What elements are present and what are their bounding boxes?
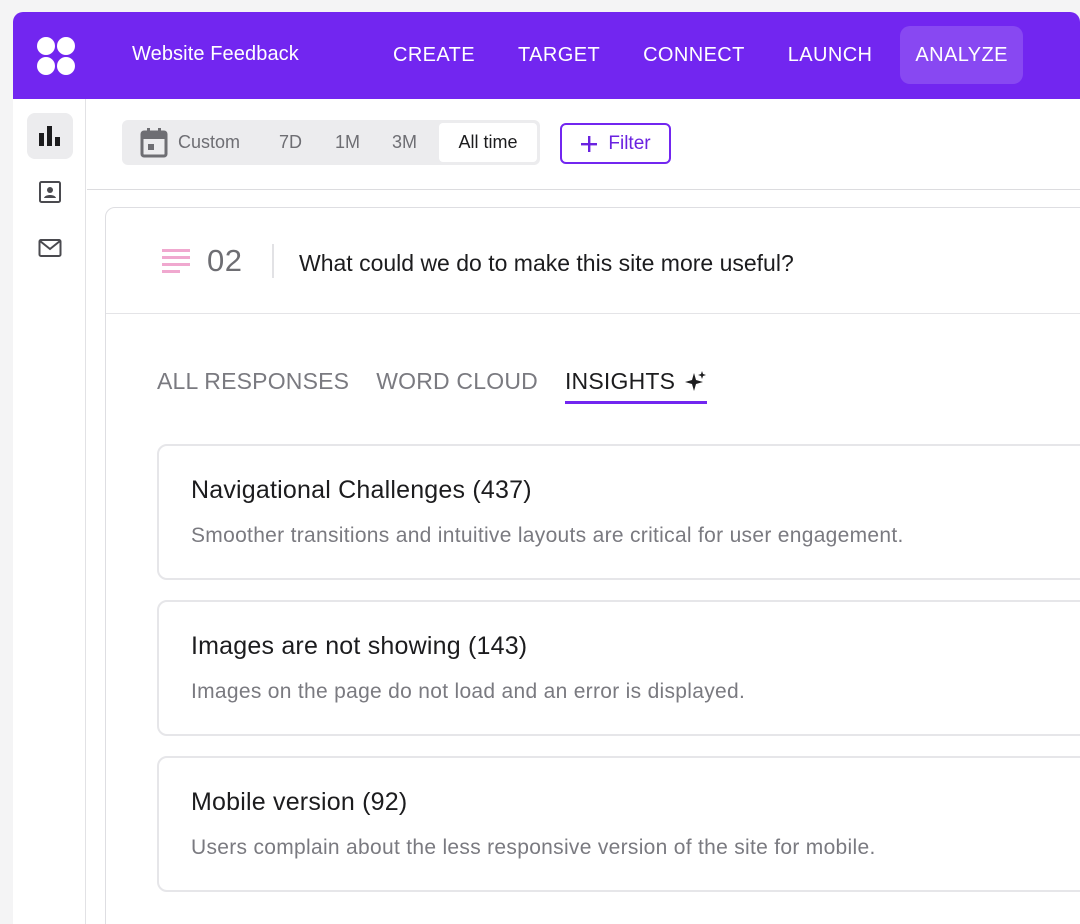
insight-title: Navigational Challenges (437) xyxy=(191,476,532,504)
insight-title: Mobile version (92) xyxy=(191,788,408,816)
top-navbar: Website Feedback CREATE TARGET CONNECT L… xyxy=(13,12,1080,99)
insight-description: Users complain about the less responsive… xyxy=(191,836,876,859)
app-window: Website Feedback CREATE TARGET CONNECT L… xyxy=(13,12,1080,924)
question-text: What could we do to make this site more … xyxy=(299,250,794,276)
range-custom-option[interactable]: Custom xyxy=(122,127,262,158)
header-divider xyxy=(272,244,274,278)
project-title[interactable]: Website Feedback xyxy=(132,43,299,66)
result-tabs: ALL RESPONSES WORD CLOUD INSIGHTS xyxy=(157,368,734,404)
calendar-icon xyxy=(140,127,168,157)
mail-icon xyxy=(38,239,62,257)
tab-all-responses[interactable]: ALL RESPONSES xyxy=(157,368,349,404)
range-option-3m[interactable]: 3M xyxy=(376,132,433,153)
question-card: 02 What could we do to make this site mo… xyxy=(105,207,1080,924)
insight-title: Images are not showing (143) xyxy=(191,632,528,660)
nav-create[interactable]: CREATE xyxy=(378,26,490,84)
nav-analyze[interactable]: ANALYZE xyxy=(900,26,1023,84)
tab-insights-label: INSIGHTS xyxy=(564,368,676,394)
plus-icon xyxy=(581,135,598,152)
sparkle-icon xyxy=(685,370,707,391)
tab-insights[interactable]: INSIGHTS xyxy=(564,368,708,404)
range-option-7d[interactable]: 7D xyxy=(262,132,319,153)
contact-card-icon xyxy=(39,181,61,203)
insight-card[interactable]: Mobile version (92) Users complain about… xyxy=(157,756,1080,892)
filter-button[interactable]: Filter xyxy=(560,123,671,164)
toolbar: Custom 7D 1M 3M All time Filter xyxy=(87,99,1080,190)
sidebar-item-messages[interactable] xyxy=(27,225,73,271)
sidebar-item-analytics[interactable] xyxy=(27,113,73,159)
nav-connect[interactable]: CONNECT xyxy=(628,26,760,84)
range-option-all-time[interactable]: All time xyxy=(439,123,537,162)
sidebar-item-contacts[interactable] xyxy=(27,169,73,215)
date-range-selector: Custom 7D 1M 3M All time xyxy=(122,120,540,165)
insight-card[interactable]: Images are not showing (143) Images on t… xyxy=(157,600,1080,736)
insight-description: Smoother transitions and intuitive layou… xyxy=(191,524,904,547)
filter-label: Filter xyxy=(608,132,651,154)
question-header: 02 What could we do to make this site mo… xyxy=(106,208,1080,314)
nav-launch[interactable]: LAUNCH xyxy=(773,26,888,84)
question-number: 02 xyxy=(207,243,243,278)
range-custom-label: Custom xyxy=(178,132,241,152)
main-nav: CREATE TARGET CONNECT LAUNCH ANALYZE xyxy=(378,26,1036,84)
bar-chart-icon xyxy=(39,126,60,146)
range-option-1m[interactable]: 1M xyxy=(319,132,376,153)
long-text-icon xyxy=(162,249,190,273)
insight-card[interactable]: Navigational Challenges (437) Smoother t… xyxy=(157,444,1080,580)
logo-icon[interactable] xyxy=(35,35,77,77)
sidebar xyxy=(13,99,86,924)
insight-description: Images on the page do not load and an er… xyxy=(191,680,746,703)
nav-target[interactable]: TARGET xyxy=(503,26,615,84)
tab-word-cloud[interactable]: WORD CLOUD xyxy=(376,368,538,404)
